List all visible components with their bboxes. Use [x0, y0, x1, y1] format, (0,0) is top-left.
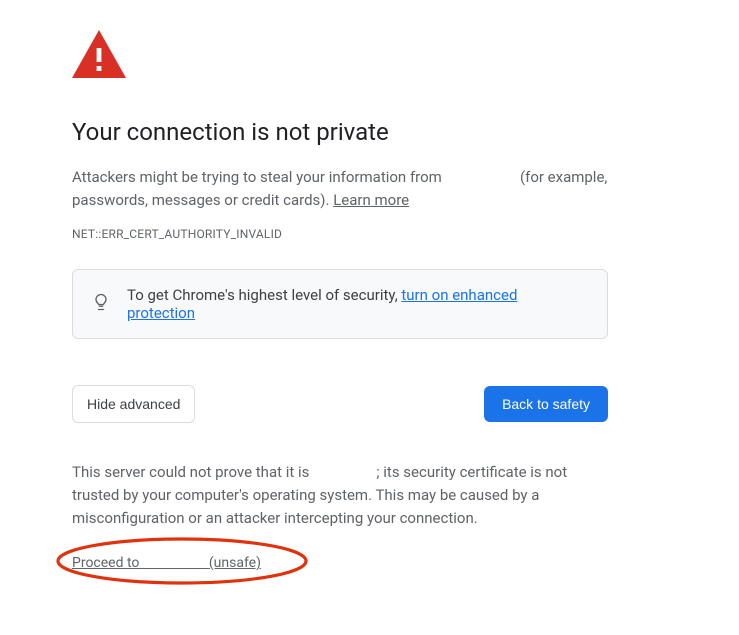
hide-advanced-button[interactable]: Hide advanced [72, 385, 195, 423]
warning-triangle-icon [72, 30, 608, 82]
advanced-prefix: This server could not prove that it is [72, 463, 313, 481]
button-row: Hide advanced Back to safety [72, 385, 608, 423]
explanation-prefix: Attackers might be trying to steal your … [72, 168, 446, 186]
proceed-unsafe-link[interactable]: Proceed to (unsafe) [72, 555, 261, 571]
suggestion-text: To get Chrome's highest level of securit… [127, 286, 589, 322]
proceed-suffix: (unsafe) [209, 555, 261, 571]
page-title: Your connection is not private [72, 118, 608, 146]
learn-more-link[interactable]: Learn more [333, 191, 409, 209]
enhanced-protection-suggestion: To get Chrome's highest level of securit… [72, 269, 608, 339]
proceed-prefix: Proceed to [72, 555, 143, 571]
redacted-domain [313, 463, 373, 481]
back-to-safety-button[interactable]: Back to safety [484, 386, 608, 422]
suggestion-prefix: To get Chrome's highest level of securit… [127, 286, 401, 304]
advanced-explanation: This server could not prove that it is ;… [72, 461, 608, 531]
redacted-domain [446, 168, 517, 186]
redacted-domain [143, 555, 206, 571]
lightbulb-icon [91, 292, 111, 316]
warning-explanation: Attackers might be trying to steal your … [72, 166, 608, 213]
error-code: NET::ERR_CERT_AUTHORITY_INVALID [72, 227, 608, 241]
